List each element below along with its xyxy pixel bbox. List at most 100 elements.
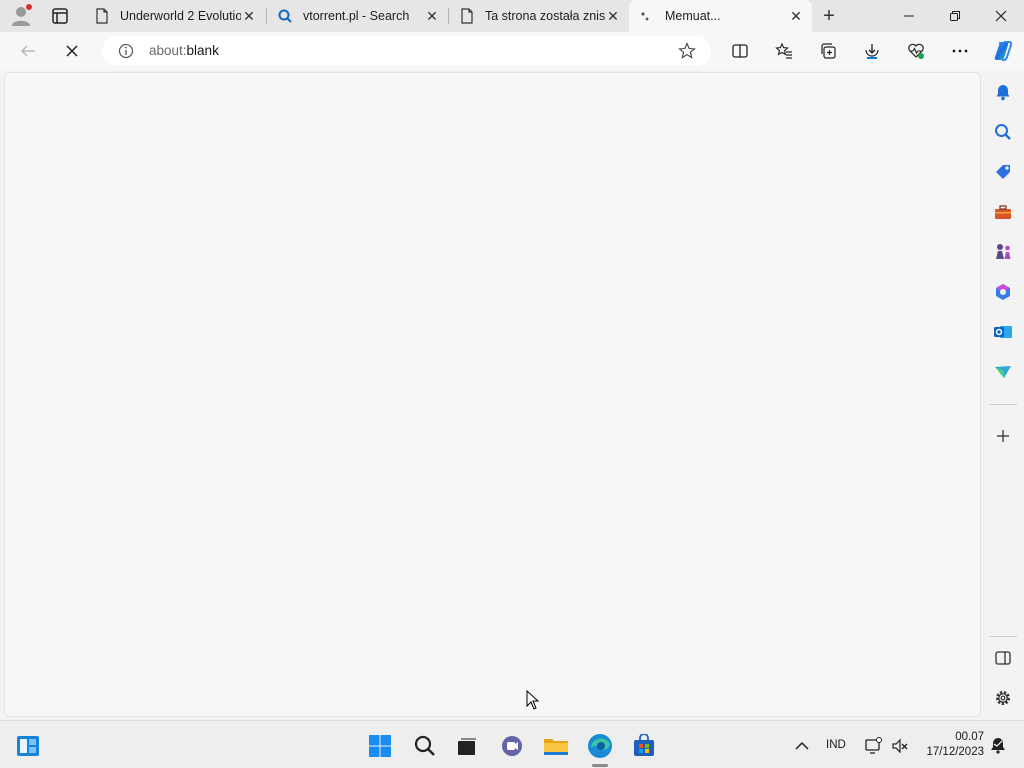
- sidebar-games[interactable]: [993, 242, 1013, 262]
- split-screen-icon: [732, 44, 748, 58]
- chat-icon: [502, 736, 522, 756]
- restore-icon: [950, 11, 960, 21]
- clock-date: 17/12/2023: [926, 746, 984, 758]
- folder-icon: [544, 739, 568, 755]
- close-icon: [995, 10, 1007, 22]
- tab-vtorrent[interactable]: vtorrent.pl - Search ✕: [267, 0, 448, 32]
- page-icon: [461, 8, 473, 24]
- sidebar-outlook[interactable]: [993, 322, 1013, 342]
- store-bag-icon: [634, 734, 654, 756]
- tab-strip: Underworld 2 Evolution ✕ vtorrent.pl - S…: [0, 0, 1024, 32]
- windows-taskbar: IND 00.07 17/12/2023: [0, 720, 1024, 768]
- outlook-icon: [994, 326, 1012, 338]
- url-scheme: about:: [149, 43, 187, 58]
- browser-toolbar: about:blank: [0, 32, 1024, 70]
- sidebar-divider: [989, 404, 1017, 405]
- volume-muted-icon: [892, 738, 908, 754]
- split-screen-button[interactable]: [730, 41, 750, 61]
- tab-actions-icon[interactable]: [48, 6, 72, 26]
- heartbeat-icon: [908, 43, 924, 59]
- bell-icon: [996, 85, 1010, 101]
- page-icon: [96, 8, 108, 24]
- loading-icon: [641, 12, 649, 21]
- more-dots-icon: [952, 49, 968, 53]
- chess-pieces-icon: [996, 244, 1011, 259]
- shopping-tag-icon: [996, 165, 1010, 179]
- tab-loading[interactable]: Memuat... ✕: [629, 0, 812, 32]
- sidebar-tools[interactable]: [993, 202, 1013, 222]
- copilot-button[interactable]: [991, 39, 1015, 63]
- tab-close-icon[interactable]: ✕: [241, 8, 257, 24]
- download-icon: [865, 44, 879, 59]
- taskbar-search-button[interactable]: [412, 733, 438, 759]
- sidebar-add-button[interactable]: [993, 426, 1013, 446]
- stop-icon: [66, 45, 78, 57]
- minimize-button[interactable]: [886, 0, 932, 32]
- input-language[interactable]: IND: [826, 739, 846, 751]
- task-view-icon: [458, 738, 476, 755]
- send-paper-plane-icon: [995, 366, 1011, 378]
- mouse-cursor-icon: [526, 690, 540, 710]
- clock-time: 00.07: [955, 731, 984, 743]
- collections-button[interactable]: [818, 41, 838, 61]
- show-hidden-icons-button[interactable]: [789, 733, 815, 759]
- edge-taskbar-button[interactable]: [587, 733, 613, 759]
- favorites-button[interactable]: [774, 41, 794, 61]
- tab-title: Ta strona została zniszczona: [485, 9, 605, 23]
- system-clock[interactable]: 00.07 17/12/2023: [914, 730, 984, 760]
- store-button[interactable]: [631, 733, 657, 759]
- edge-sidebar: [983, 70, 1024, 720]
- tab-close-icon[interactable]: ✕: [605, 8, 621, 24]
- task-view-button[interactable]: [454, 733, 480, 759]
- profile-avatar-icon[interactable]: [9, 4, 33, 28]
- sidebar-shopping[interactable]: [993, 162, 1013, 182]
- toolbox-icon: [995, 205, 1011, 219]
- file-explorer-button[interactable]: [543, 733, 569, 759]
- network-monitor-icon: [865, 737, 882, 754]
- tab-title: vtorrent.pl - Search: [303, 9, 410, 23]
- favorites-icon: [775, 42, 792, 59]
- browser-essentials-button[interactable]: [906, 41, 926, 61]
- sidebar-drop[interactable]: [993, 362, 1013, 382]
- tab-title: Memuat...: [665, 9, 721, 23]
- info-icon[interactable]: [118, 43, 134, 59]
- tab-underworld[interactable]: Underworld 2 Evolution ✕: [84, 0, 265, 32]
- tab-close-icon[interactable]: ✕: [788, 8, 804, 24]
- restore-button[interactable]: [932, 0, 978, 32]
- search-icon: [995, 124, 1011, 140]
- microsoft365-icon: [996, 284, 1010, 300]
- sidebar-notifications[interactable]: [993, 82, 1013, 102]
- minimize-icon: [904, 15, 914, 17]
- widgets-icon: [17, 736, 39, 756]
- sidebar-settings[interactable]: [993, 688, 1013, 708]
- back-button[interactable]: [18, 41, 38, 61]
- downloads-button[interactable]: [862, 41, 882, 61]
- back-arrow-icon: [20, 45, 35, 57]
- favorite-star-icon[interactable]: [678, 42, 696, 60]
- new-tab-button[interactable]: +: [819, 6, 839, 26]
- network-status-button[interactable]: [861, 733, 887, 759]
- volume-button[interactable]: [887, 733, 913, 759]
- address-bar[interactable]: about:blank: [102, 36, 711, 66]
- tab-destroyed-page[interactable]: Ta strona została zniszczona ✕: [449, 0, 629, 32]
- sidebar-microsoft365[interactable]: [993, 282, 1013, 302]
- edge-browser-icon: [588, 734, 612, 758]
- start-button[interactable]: [367, 733, 393, 759]
- stop-loading-button[interactable]: [62, 41, 82, 61]
- widgets-button[interactable]: [15, 733, 41, 759]
- copilot-icon: [994, 41, 1013, 61]
- page-content: [4, 72, 981, 717]
- notification-bell-icon: [991, 738, 1005, 754]
- search-icon: [414, 735, 435, 756]
- sidebar-search[interactable]: [993, 122, 1013, 142]
- address-url[interactable]: about:blank: [149, 43, 219, 58]
- search-icon: [278, 9, 292, 23]
- notification-center-button[interactable]: [985, 733, 1011, 759]
- tab-close-icon[interactable]: ✕: [424, 8, 440, 24]
- teams-chat-button[interactable]: [499, 733, 525, 759]
- settings-more-button[interactable]: [950, 41, 970, 61]
- plus-icon: [997, 430, 1009, 442]
- close-window-button[interactable]: [978, 0, 1024, 32]
- windows-logo-icon: [369, 735, 391, 757]
- sidebar-hide-button[interactable]: [993, 648, 1013, 668]
